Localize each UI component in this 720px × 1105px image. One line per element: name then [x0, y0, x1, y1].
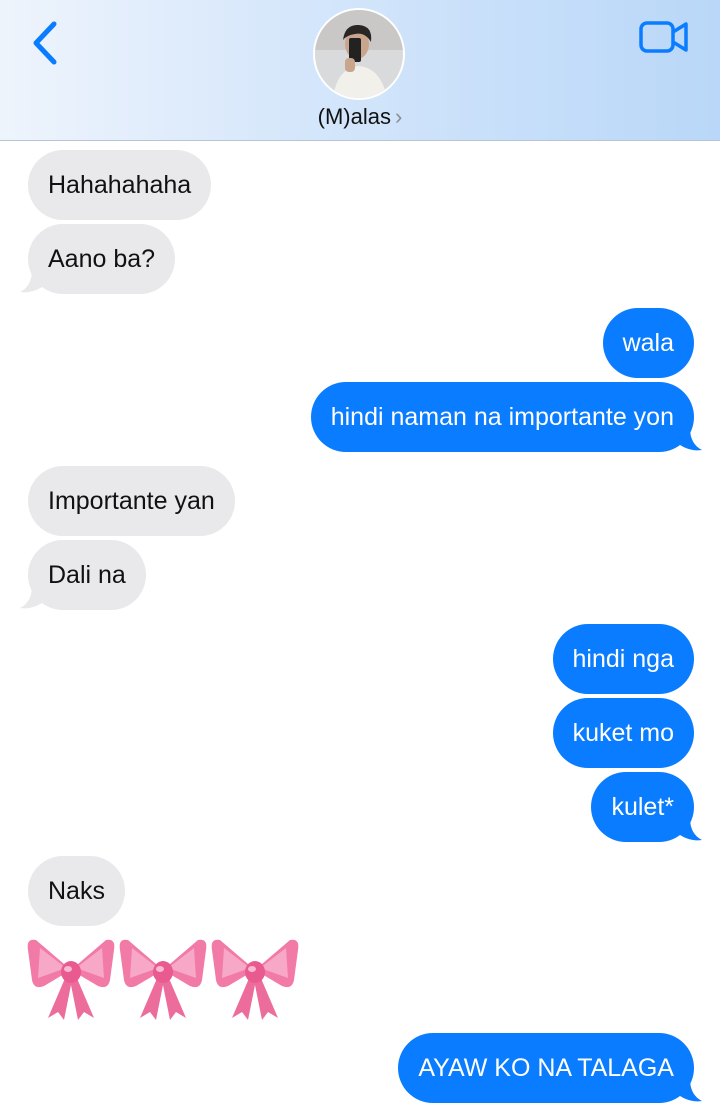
bubble-tail-icon — [20, 270, 46, 293]
video-camera-icon[interactable] — [638, 18, 690, 56]
message-text: Importante yan — [48, 487, 215, 515]
message-text: hindi naman na importante yon — [330, 403, 674, 431]
contact-name: (M)alas — [317, 104, 391, 129]
back-chevron-icon[interactable] — [26, 18, 66, 68]
conversation-header: (M)alas › — [0, 0, 720, 141]
message-text: Naks — [48, 877, 105, 905]
chevron-right-icon: › — [395, 104, 403, 129]
message-text: Aano ba? — [48, 245, 156, 273]
pink-ribbon-bow-icon — [27, 939, 115, 1020]
emoji-message[interactable] — [26, 932, 302, 1022]
received-message[interactable]: Naks — [28, 856, 125, 926]
received-message[interactable]: Aano ba? — [28, 224, 176, 294]
sent-message[interactable]: kuket mo — [552, 698, 694, 768]
avatar-photo — [315, 10, 403, 98]
sent-message[interactable]: wala — [602, 308, 694, 378]
received-message[interactable]: Importante yan — [28, 466, 235, 536]
message-text: AYAW KO NA TALAGA — [418, 1054, 674, 1082]
bubble-tail-icon — [20, 586, 46, 609]
message-text: hindi nga — [572, 645, 674, 673]
sent-message[interactable]: hindi nga — [552, 624, 694, 694]
message-text: wala — [622, 329, 674, 357]
message-text: kuket mo — [572, 719, 674, 747]
message-text: kulet* — [611, 793, 674, 821]
contact-avatar[interactable] — [315, 10, 403, 98]
sent-message[interactable]: hindi naman na importante yon — [310, 382, 694, 452]
bubble-tail-icon — [676, 818, 702, 841]
message-text: Dali na — [48, 561, 126, 589]
bubble-tail-icon — [676, 1079, 702, 1102]
pink-ribbon-bow-icon — [211, 939, 299, 1020]
sent-message[interactable]: AYAW KO NA TALAGA — [398, 1033, 694, 1103]
pink-ribbon-bow-icon — [119, 939, 207, 1020]
contact-name-button[interactable]: (M)alas › — [0, 104, 720, 130]
bubble-tail-icon — [676, 428, 702, 451]
received-message[interactable]: Hahahahaha — [28, 150, 212, 220]
message-text: Hahahahaha — [48, 171, 192, 199]
